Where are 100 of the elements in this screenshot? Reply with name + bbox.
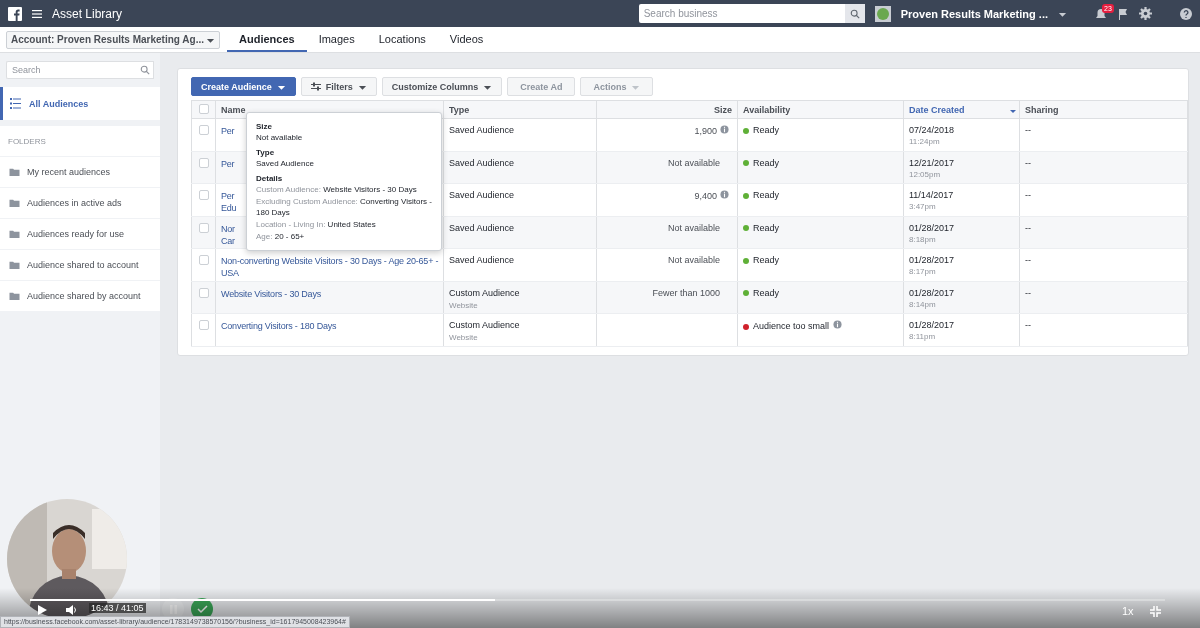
table-cell: -- — [1025, 255, 1031, 265]
table-cell: Not available — [667, 157, 720, 168]
table-cell-text: 11:24pm — [909, 137, 941, 146]
folder-item[interactable]: Audiences in active ads — [0, 188, 160, 218]
folder-icon — [9, 260, 20, 270]
audience-name-link[interactable]: USA — [221, 267, 438, 279]
table-cell: Ready — [753, 157, 779, 168]
table-cell: -- — [1025, 287, 1031, 298]
tooltip-heading: Details — [256, 174, 284, 183]
toolbar-button[interactable]: Customize Columns — [381, 77, 503, 96]
tooltip-text: Not available — [256, 132, 304, 143]
folder-item[interactable]: My recent audiences — [0, 157, 160, 187]
toolbar-button[interactable]: Create Audience — [191, 77, 296, 96]
table-cell: Ready — [753, 190, 779, 200]
search-icon — [849, 8, 860, 19]
table-cell: Ready — [753, 255, 779, 265]
checkbox[interactable] — [199, 103, 209, 114]
list-icon — [10, 98, 21, 109]
app-title: Asset Library — [52, 6, 123, 21]
table-cell: -- — [1025, 320, 1031, 330]
table-cell-text: 8:11pm — [909, 332, 937, 341]
tab[interactable]: Locations — [366, 27, 438, 52]
table-cell: 01/28/2017 — [909, 320, 955, 330]
table-cell: 07/24/2018 — [909, 125, 955, 135]
checkbox[interactable] — [199, 222, 209, 233]
folder-icon — [9, 198, 20, 208]
table-cell: 9,400 — [694, 191, 717, 201]
table-cell: Saved Audience — [449, 157, 515, 168]
table-cell-text: 8:14pm — [909, 299, 937, 309]
tab[interactable]: Audiences — [227, 27, 307, 52]
checkbox[interactable] — [199, 287, 209, 298]
folder-icon — [9, 291, 20, 301]
table-cell: Audience too small — [753, 321, 830, 331]
table-cell: Saved Audience — [449, 255, 515, 265]
table-cell: 11/14/2017 — [909, 190, 954, 200]
table-cell: Ready — [753, 125, 779, 135]
table-cell: Saved Audience — [449, 190, 515, 200]
tooltip-text: Saved Audience — [256, 158, 315, 169]
table-cell: 01/28/2017 — [909, 222, 955, 233]
settings-icon[interactable] — [1139, 7, 1152, 20]
facebook-logo-icon — [8, 6, 22, 21]
tooltip-heading: Type — [256, 148, 276, 157]
tooltip-text: Excluding Custom Audience: Converting Visitors - 180 Days — [256, 196, 432, 218]
column-header[interactable]: Date Created — [903, 100, 1020, 119]
help-icon[interactable] — [1180, 7, 1192, 20]
sort-icon — [1010, 110, 1016, 114]
sidebar-item[interactable]: All Audiences — [0, 87, 160, 120]
table-cell: Saved Audience — [449, 222, 515, 233]
tab[interactable]: Videos — [437, 27, 496, 52]
toolbar-button[interactable]: Filters — [300, 77, 377, 96]
folder-item[interactable]: Audiences ready for use — [0, 219, 160, 249]
column-header[interactable]: Type — [443, 100, 597, 119]
tooltip-text: Location - Living In: United States — [256, 219, 377, 230]
table-cell: Custom Audience — [449, 320, 520, 330]
account-avatar-icon[interactable] — [874, 5, 891, 22]
tab[interactable]: Images — [306, 27, 367, 52]
flag-icon[interactable] — [1117, 7, 1129, 20]
table-cell: Ready — [753, 222, 779, 233]
play-icon[interactable] — [38, 605, 47, 615]
table-cell-text: 3:47pm — [909, 202, 937, 211]
audience-name-link[interactable]: Non-converting Website Visitors - 30 Days - Age 20-65+ - — [221, 255, 438, 267]
checkbox[interactable] — [199, 320, 209, 330]
search-field[interactable]: Search business — [638, 4, 845, 23]
table-cell: Custom Audience — [449, 287, 520, 298]
column-header[interactable]: Size — [596, 100, 738, 119]
checkbox[interactable] — [199, 190, 209, 200]
table-cell: Ready — [753, 287, 779, 298]
table-cell: 01/28/2017 — [909, 255, 955, 265]
table-cell-text: 12:05pm — [909, 169, 942, 179]
tooltip-text: Custom Audience: Website Visitors - 30 Days — [256, 184, 418, 195]
collapse-icon[interactable] — [1150, 606, 1161, 617]
table-cell: Fewer than 1000 — [652, 287, 720, 298]
section-heading: FOLDERS — [0, 126, 160, 156]
folder-icon — [9, 229, 20, 239]
checkbox[interactable] — [199, 255, 209, 265]
table-cell: 1,900 — [694, 126, 717, 136]
column-header[interactable]: Availability — [737, 100, 904, 119]
sliders-icon — [310, 82, 321, 91]
video-time: 16:43 / 41:05 — [89, 603, 146, 613]
column-header[interactable]: Sharing — [1019, 100, 1188, 119]
table-cell-text: 8:18pm — [909, 234, 937, 244]
tooltip-text: Age: 20 - 65+ — [256, 231, 306, 242]
checkbox[interactable] — [199, 157, 209, 168]
tooltip-heading: Size — [256, 122, 273, 131]
table-cell: Not available — [667, 255, 720, 265]
account-name[interactable]: Proven Results Marketing ... — [900, 7, 1048, 20]
table-cell-text: Website — [449, 333, 479, 342]
folder-item[interactable]: Audience shared to account — [0, 250, 160, 280]
check-icon[interactable] — [196, 604, 208, 614]
account-dropdown[interactable]: Account: Proven Results Marketing Ag... — [6, 30, 220, 49]
table-cell: 12/21/2017 — [909, 157, 955, 168]
volume-icon[interactable] — [66, 605, 77, 615]
table-cell: 01/28/2017 — [909, 287, 955, 298]
checkbox[interactable] — [199, 125, 209, 135]
pause-icon[interactable] — [168, 604, 178, 614]
folder-icon — [9, 167, 20, 177]
table-cell: -- — [1025, 222, 1031, 233]
folder-item[interactable]: Audience shared by account — [0, 281, 160, 311]
menu-icon[interactable] — [32, 7, 42, 20]
table-cell: -- — [1025, 190, 1031, 200]
